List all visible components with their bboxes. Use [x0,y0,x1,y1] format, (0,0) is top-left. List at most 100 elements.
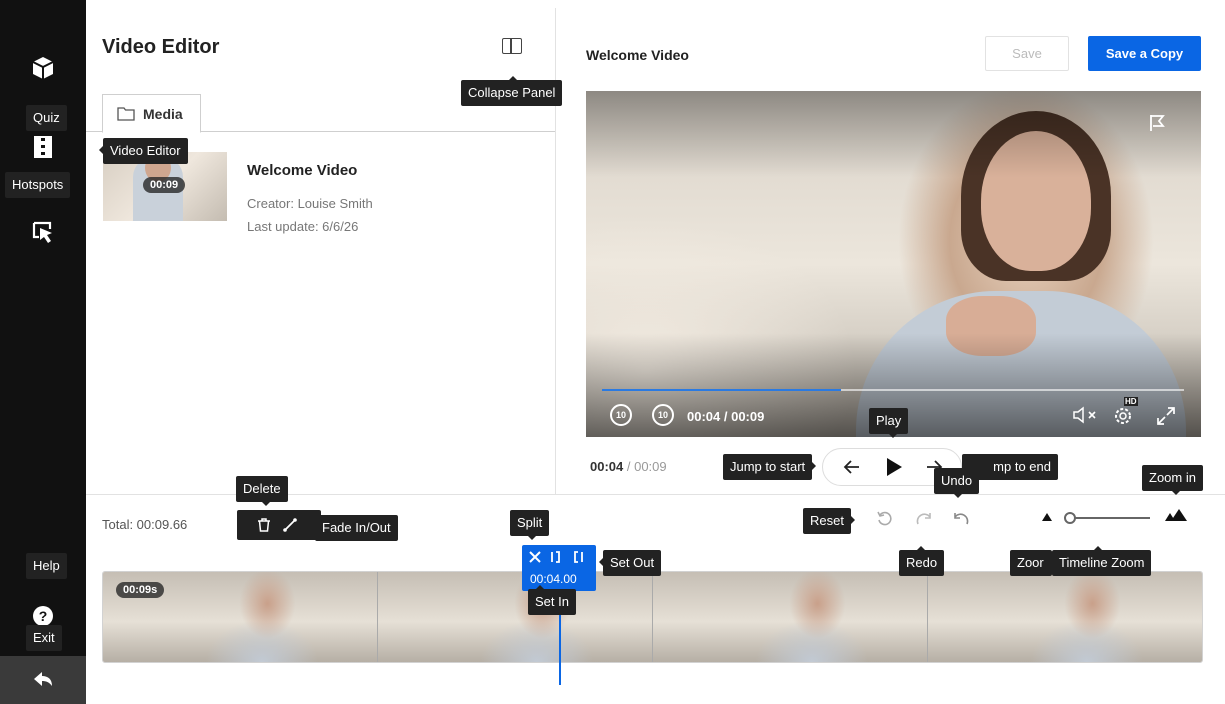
tooltip-zoom-in-text: Zoom in [1149,470,1196,485]
tooltip-exit-text: Exit [33,630,55,645]
tooltip-split: Split [510,510,550,540]
video-title: Welcome Video [586,47,689,63]
edit-toolbar [237,510,321,540]
tooltip-set-out-text: Set Out [610,555,655,570]
tooltip-redo: Redo [899,546,945,576]
reset-icon[interactable] [876,510,894,528]
redo-icon[interactable] [915,510,933,528]
jump-start-icon[interactable] [843,459,861,475]
tooltip-jump-end-text: mp to end [993,459,1051,474]
tab-media-label: Media [143,105,183,122]
tooltip-help: Help [26,553,67,579]
tooltip-quiz: Quiz [26,105,67,131]
video-progress-fill [602,389,841,391]
tab-media[interactable]: Media [102,94,201,133]
set-in-icon[interactable] [550,550,564,564]
tooltip-zoom-in: Zoom in [1142,465,1203,495]
tooltip-delete: Delete [236,476,288,506]
tooltip-jump-start: Jump to start [723,454,817,480]
tooltip-fade: Fade In/Out [315,515,398,541]
tooltip-timeline-zoom-text: Timeline Zoom [1059,555,1145,570]
set-out-icon[interactable] [570,550,584,564]
fullscreen-icon[interactable] [1156,406,1176,426]
timeline-zoom-slider-knob[interactable] [1064,512,1076,524]
fade-icon[interactable] [282,517,298,533]
tooltip-video-editor-text: Video Editor [110,143,181,158]
hd-badge: HD [1124,397,1138,406]
tooltip-quiz-text: Quiz [33,110,60,125]
tooltip-zoom-out-partial: Zoor [1010,550,1052,576]
video-player[interactable]: 10 10 00:04 / 00:09 HD [586,91,1201,437]
tooltip-delete-text: Delete [243,481,281,496]
rewind-10-label: 10 [615,410,626,420]
media-last-update: Last update: 6/6/26 [247,219,359,234]
help-glyph: ? [38,608,48,624]
pointer-click-icon [32,221,52,243]
scissors-icon[interactable] [528,550,542,564]
mute-icon[interactable] [1072,406,1100,424]
tooltip-play: Play [869,408,909,438]
tooltip-collapse-panel-text: Collapse Panel [468,85,556,100]
rail-cube-button[interactable] [0,50,86,86]
trash-icon[interactable] [256,517,272,533]
tooltip-help-text: Help [33,558,60,573]
timeline-zoom-slider-track[interactable] [1070,517,1150,519]
tooltip-split-text: Split [517,515,543,530]
settings-gear-icon[interactable] [1112,403,1136,427]
save-button[interactable]: Save [985,36,1069,71]
tooltip-set-in-text: Set In [535,594,569,609]
tooltip-reset: Reset [803,508,855,534]
timeline-frame [653,572,928,662]
tooltip-zoom-out-text: Zoor [1017,555,1044,570]
transport-time: 00:04 / 00:09 [590,459,667,474]
timeline-total: Total: 00:09.66 [102,517,188,532]
tooltip-jump-start-text: Jump to start [730,459,806,474]
folder-icon [117,107,135,121]
forward-10-label: 10 [657,410,668,420]
tooltip-hotspots: Hotspots [5,172,71,198]
current-time: 00:04 [590,459,624,474]
tooltip-undo-text: Undo [941,473,973,488]
tooltip-redo-text: Redo [906,555,938,570]
help-icon: ? [33,606,53,626]
time-separator: / [623,459,635,474]
rail-hotspots-button[interactable] [0,215,86,249]
video-progress-track[interactable] [602,389,1184,391]
clip-duration-badge: 00:09s [116,582,165,598]
flag-icon[interactable] [1148,113,1166,133]
tooltip-undo: Undo [934,468,980,498]
rail-video-editor-button[interactable] [0,133,86,161]
tooltip-play-text: Play [876,413,902,428]
film-strip-icon [34,136,52,158]
tooltip-reset-text: Reset [810,513,844,528]
play-icon[interactable] [885,457,903,477]
video-vignette [586,91,1201,437]
zoom-in-icon[interactable] [1164,508,1188,522]
media-duration: 00:09 [150,179,179,191]
zoom-out-icon[interactable] [1041,512,1053,522]
tooltip-set-in: Set In [528,585,576,615]
save-copy-button[interactable]: Save a Copy [1088,36,1201,71]
tooltip-hotspots-text: Hotspots [12,177,64,192]
rewind-10-icon[interactable]: 10 [610,404,632,426]
panel-title: Video Editor [102,36,220,58]
timeline-frame [378,572,653,662]
media-duration-badge: 00:09 [143,177,186,193]
media-creator: Creator: Louise Smith [247,196,373,211]
tooltip-exit: Exit [26,625,62,651]
tooltip-video-editor: Video Editor [99,138,188,164]
forward-10-icon[interactable]: 10 [652,404,674,426]
timeline-clip[interactable] [102,571,1203,663]
back-arrow-icon [34,672,52,686]
rail-exit-button[interactable] [0,656,86,704]
tooltip-collapse-panel: Collapse Panel [461,76,563,106]
timeline-frame [928,572,1202,662]
media-title[interactable]: Welcome Video [247,162,357,179]
collapse-panel-icon[interactable] [502,38,522,54]
tooltip-set-out: Set Out [599,550,662,576]
undo-icon[interactable] [952,510,970,528]
video-time-display: 00:04 / 00:09 [687,409,765,424]
total-time: 00:09 [634,459,667,474]
tooltip-timeline-zoom: Timeline Zoom [1052,546,1152,576]
split-controls: 00:04.00 [522,545,596,591]
